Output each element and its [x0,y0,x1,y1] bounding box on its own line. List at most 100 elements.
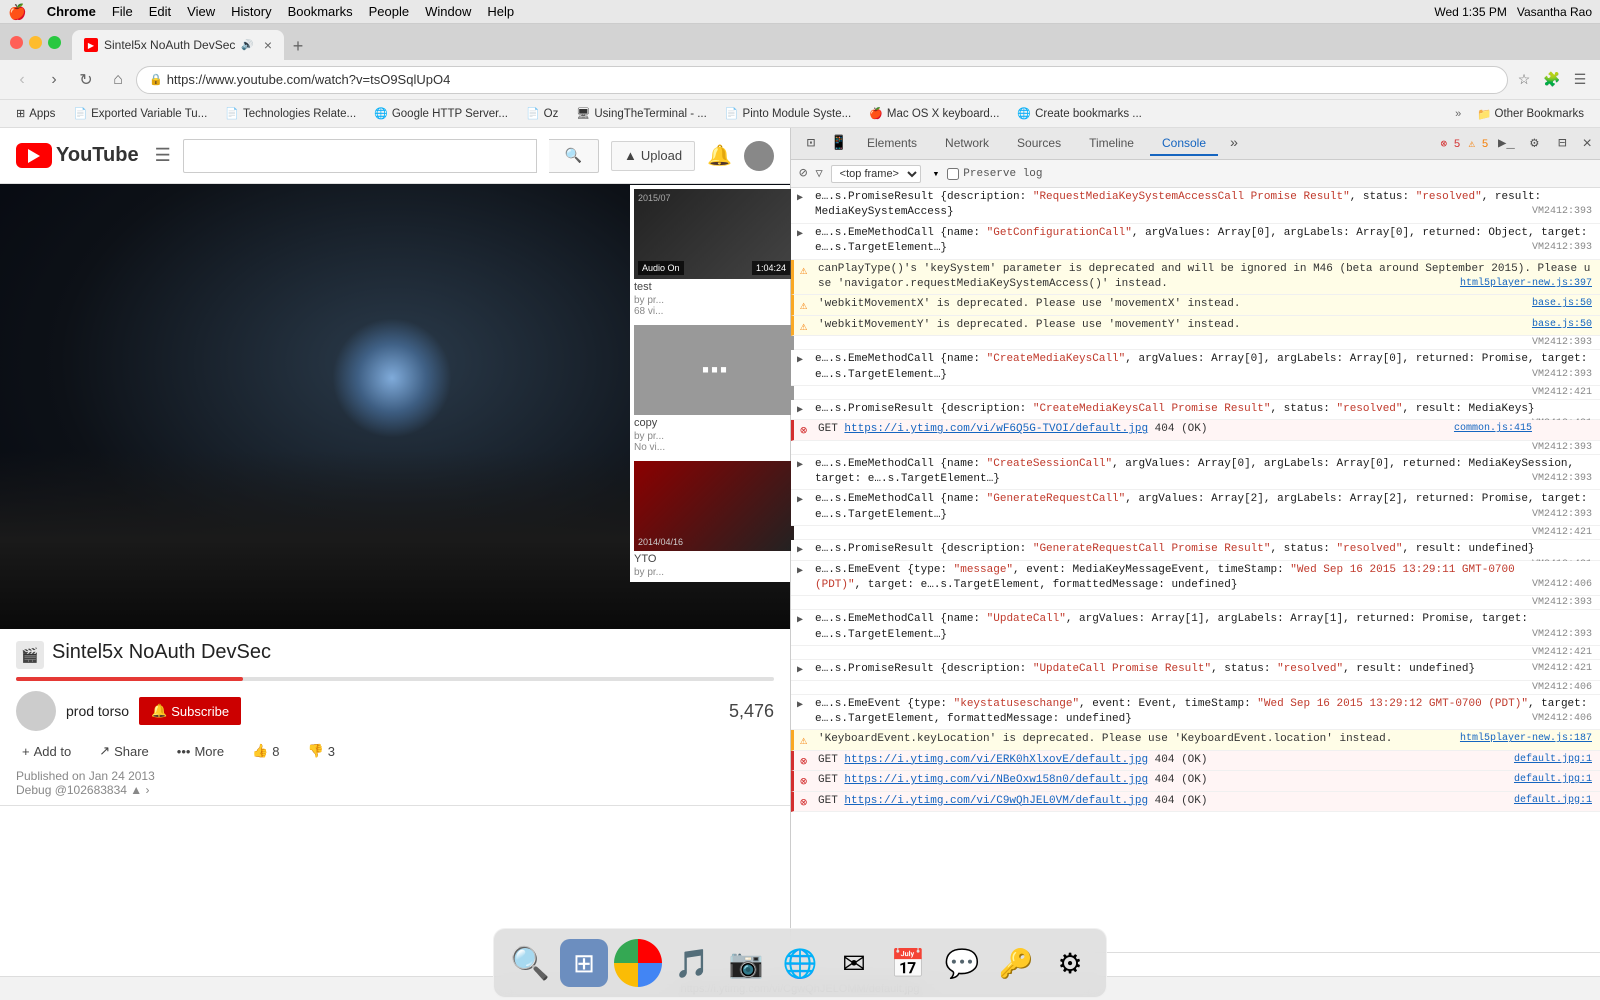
menu-edit[interactable]: Edit [149,4,171,19]
active-tab[interactable]: ▶ Sintel5x NoAuth DevSec 🔊 × [72,30,284,60]
log-link[interactable]: html5player-new.js:187 [1460,733,1592,744]
youtube-menu-icon[interactable]: ☰ [155,145,171,166]
expand-icon[interactable]: ▶ [797,494,803,508]
tab-timeline[interactable]: Timeline [1077,132,1146,156]
youtube-search-button[interactable]: 🔍 [549,139,599,173]
tab-console[interactable]: Console [1150,132,1218,156]
tab-close-button[interactable]: × [264,37,272,53]
menu-window[interactable]: Window [425,4,471,19]
youtube-upload-button[interactable]: ▲ Upload [611,141,695,171]
dislike-button[interactable]: 👎 3 [302,739,341,763]
user-avatar[interactable] [744,141,774,171]
devtools-close-button[interactable]: × [1582,135,1592,153]
tab-network[interactable]: Network [933,132,1001,156]
related-video-3[interactable]: 2014/04/16 YTO by pr... [634,461,786,578]
error-link[interactable]: https://i.ytimg.com/vi/ERK0hXlxovE/defau… [844,754,1148,766]
console-filter-icon[interactable]: ▽ [815,166,822,181]
dock-photos[interactable]: 📷 [722,939,770,987]
dock-settings[interactable]: ⚙ [1046,939,1094,987]
devtools-settings-icon[interactable]: ⚙ [1522,132,1546,156]
dock-launchpad[interactable]: ⊞ [560,939,608,987]
dock-safari[interactable]: 🌐 [776,939,824,987]
subscribe-button[interactable]: 🔔 Subscribe [139,697,241,725]
error-link[interactable]: https://i.ytimg.com/vi/C9wQhJEL0VM/defau… [844,795,1148,807]
expand-icon[interactable]: ▶ [797,614,803,628]
share-button[interactable]: ↗ Share [93,739,155,763]
dock-messages[interactable]: 💬 [938,939,986,987]
devtools-more-tabs-icon[interactable]: » [1222,132,1246,156]
related-video-1[interactable]: 2015/07 Audio On 1:04:24 test by pr... 6… [634,189,786,317]
bookmark-pinto[interactable]: 📄 Pinto Module Syste... [717,105,859,122]
minimize-button[interactable] [29,36,42,49]
log-link[interactable]: common.js:415 [1454,423,1532,434]
youtube-logo[interactable]: YouTube [16,143,139,168]
new-tab-button[interactable]: + [284,32,312,60]
bookmark-star-icon[interactable]: ☆ [1512,68,1536,92]
error-link[interactable]: https://i.ytimg.com/vi/wF6Q5G-TVOI/defau… [844,423,1148,435]
close-button[interactable] [10,36,23,49]
expand-icon[interactable]: ▶ [797,354,803,368]
dock-mail[interactable]: ✉ [830,939,878,987]
devtools-dock-icon[interactable]: ⊟ [1550,132,1574,156]
expand-icon[interactable]: ▶ [797,459,803,473]
console-frame-select[interactable]: <top frame> [831,165,921,183]
devtools-terminal-icon[interactable]: ▶_ [1494,132,1518,156]
menu-chrome[interactable]: Chrome [47,4,96,19]
menu-bookmarks[interactable]: Bookmarks [288,4,353,19]
dock-calendar[interactable]: 📅 [884,939,932,987]
error-link[interactable]: https://i.ytimg.com/vi/NBeOxw158n0/defau… [844,774,1148,786]
devtools-mobile-icon[interactable]: 📱 [827,132,851,156]
home-button[interactable]: ⌂ [104,66,132,94]
expand-icon[interactable]: ▶ [797,699,803,713]
preserve-log-checkbox[interactable] [947,168,959,180]
more-button[interactable]: ••• More [171,740,230,763]
menu-people[interactable]: People [369,4,409,19]
log-link[interactable]: html5player-new.js:397 [1460,278,1592,289]
bookmark-create[interactable]: 🌐 Create bookmarks ... [1009,105,1149,122]
progress-bar[interactable] [16,677,774,681]
menu-history[interactable]: History [231,4,271,19]
bookmark-technologies[interactable]: 📄 Technologies Relate... [217,105,364,122]
expand-icon[interactable]: ▶ [797,544,803,558]
dock-finder[interactable]: 🔍 [506,939,554,987]
maximize-button[interactable] [48,36,61,49]
bookmark-exported-variable[interactable]: 📄 Exported Variable Tu... [65,105,215,122]
menu-help[interactable]: Help [487,4,514,19]
log-link[interactable]: default.jpg:1 [1514,754,1592,765]
expand-icon[interactable]: ▶ [797,664,803,678]
bookmarks-more-button[interactable]: » [1449,106,1467,122]
expand-icon[interactable]: ▶ [797,565,803,579]
log-link[interactable]: base.js:50 [1532,319,1592,330]
expand-icon[interactable]: ▶ [797,228,803,242]
dock-music[interactable]: 🎵 [668,939,716,987]
preserve-log-label[interactable]: Preserve log [947,168,1042,180]
back-button[interactable]: ‹ [8,66,36,94]
bookmark-google-http[interactable]: 🌐 Google HTTP Server... [366,105,516,122]
channel-thumbnail[interactable] [16,691,56,731]
menu-view[interactable]: View [187,4,215,19]
bookmark-oz[interactable]: 📄 Oz [518,105,566,122]
chrome-menu-icon[interactable]: ☰ [1568,68,1592,92]
related-video-2[interactable]: ··· copy by pr... No vi... [634,325,786,453]
apple-menu[interactable]: 🍎 [8,3,27,21]
console-clear-icon[interactable]: ⊘ [799,165,807,182]
dock-chrome[interactable] [614,939,662,987]
bookmarks-other-folder[interactable]: 📁 Other Bookmarks [1469,105,1592,123]
devtools-inspect-icon[interactable]: ⊡ [799,132,823,156]
expand-icon[interactable]: ▶ [797,404,803,418]
bookmark-terminal[interactable]: 🖥 UsingTheTerminal - ... [568,105,714,122]
dock-keychain[interactable]: 🔑 [992,939,1040,987]
like-button[interactable]: 👍 8 [246,739,285,763]
tab-elements[interactable]: Elements [855,132,929,156]
add-to-button[interactable]: + Add to [16,740,77,763]
devtools-console-log[interactable]: ▶ e….s.PromiseResult {description: "Requ… [791,188,1600,952]
menu-file[interactable]: File [112,4,133,19]
notification-bell-icon[interactable]: 🔔 [707,143,732,168]
log-link[interactable]: default.jpg:1 [1514,774,1592,785]
refresh-button[interactable]: ↻ [72,66,100,94]
bookmark-apps[interactable]: ⊞ Apps [8,105,63,122]
youtube-search-input[interactable] [183,139,537,173]
extensions-icon[interactable]: 🧩 [1540,68,1564,92]
bookmark-macosx[interactable]: 🍎 Mac OS X keyboard... [861,105,1007,122]
tab-sources[interactable]: Sources [1005,132,1073,156]
